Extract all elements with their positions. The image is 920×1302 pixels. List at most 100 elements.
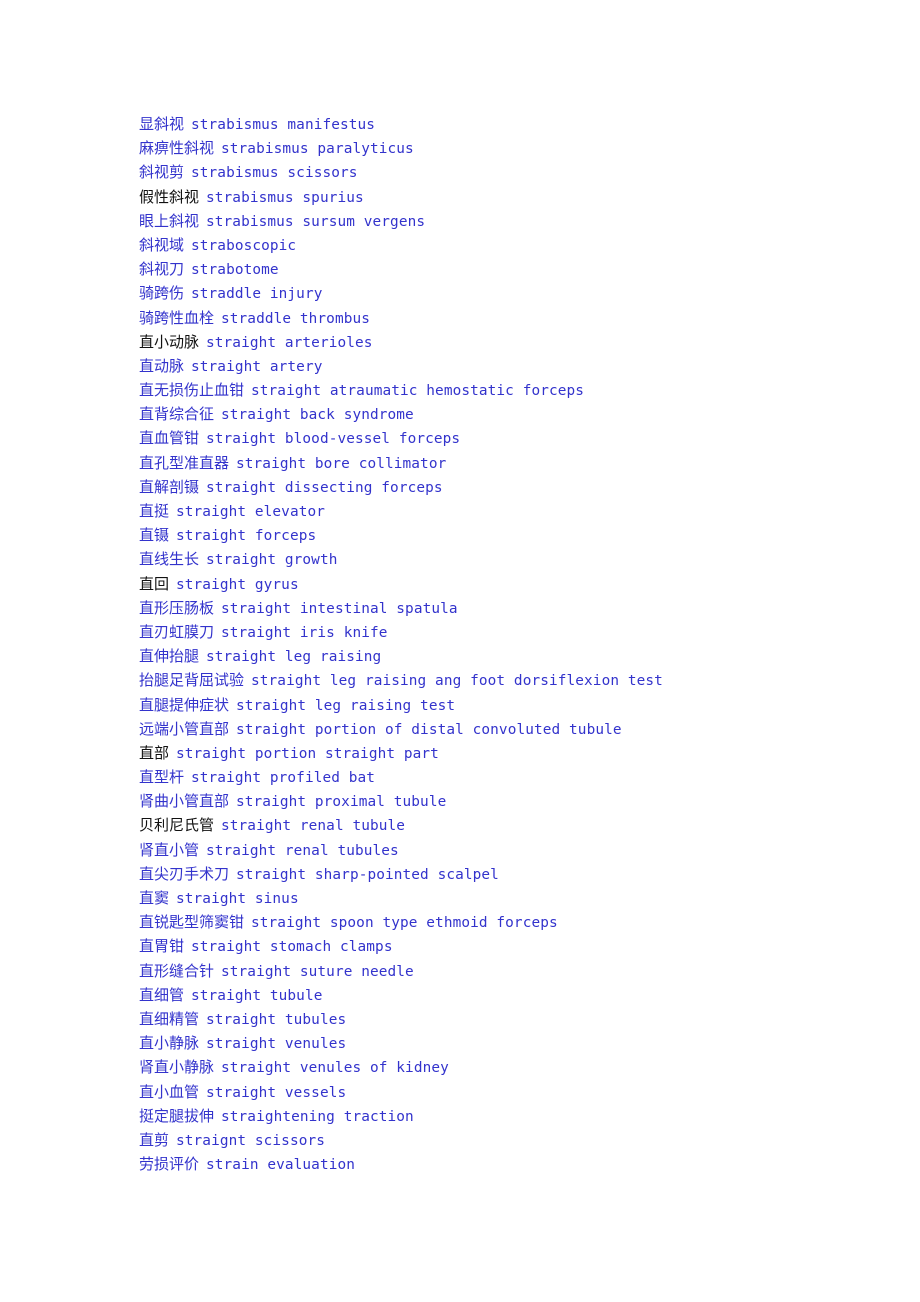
entry-term: 劳损评价 bbox=[139, 1155, 200, 1174]
entry-gloss: straight venules of kidney bbox=[221, 1060, 449, 1077]
glossary-entry: 直无损伤止血钳 straight atraumatic hemostatic fo… bbox=[139, 378, 879, 402]
glossary-entry: 远端小管直部 straight portion of distal convolu… bbox=[139, 717, 879, 741]
entry-term: 直形压肠板 bbox=[139, 598, 215, 617]
glossary-entry: 直刃虹膜刀 straight iris knife bbox=[139, 620, 879, 644]
entry-term: 直解剖镊 bbox=[139, 477, 200, 496]
entry-gloss: straight blood-vessel forceps bbox=[206, 431, 461, 448]
entry-gloss: straight suture needle bbox=[221, 963, 414, 980]
entry-term: 直伸抬腿 bbox=[139, 647, 200, 666]
glossary-entry: 直部 straight portion straight part bbox=[139, 741, 879, 765]
glossary-entry: 骑跨性血栓 straddle thrombus bbox=[139, 306, 879, 330]
entry-gloss: strabismus sursum vergens bbox=[206, 213, 426, 230]
entry-term: 假性斜视 bbox=[139, 187, 200, 206]
entry-term: 斜视域 bbox=[139, 235, 185, 254]
entry-gloss: straight forceps bbox=[176, 528, 317, 545]
glossary-entry: 抬腿足背屈试验 straight leg raising ang foot dor… bbox=[139, 668, 879, 692]
entry-gloss: straight sharp-pointed scalpel bbox=[236, 866, 499, 883]
entry-gloss: straignt scissors bbox=[176, 1132, 326, 1149]
entry-gloss: straight back syndrome bbox=[221, 407, 414, 424]
glossary-entry: 直窦 straight sinus bbox=[139, 886, 879, 910]
entry-gloss: straight renal tubule bbox=[221, 818, 406, 835]
glossary-entry: 直回 straight gyrus bbox=[139, 572, 879, 596]
entry-gloss: straight spoon type ethmoid forceps bbox=[251, 915, 558, 932]
entry-term: 直剪 bbox=[139, 1130, 170, 1149]
entry-term: 直细管 bbox=[139, 985, 185, 1004]
entry-gloss: strabismus scissors bbox=[191, 165, 358, 182]
entry-term: 直回 bbox=[139, 574, 170, 593]
entry-gloss: strabismus paralyticus bbox=[221, 141, 414, 158]
entry-gloss: straight venules bbox=[206, 1036, 347, 1053]
entry-term: 直挺 bbox=[139, 502, 170, 520]
entry-term: 直刃虹膜刀 bbox=[139, 622, 215, 641]
glossary-entry: 直线生长 straight growth bbox=[139, 547, 879, 571]
entry-term: 直背综合征 bbox=[139, 405, 215, 424]
entry-term: 远端小管直部 bbox=[139, 719, 230, 738]
entry-term: 直尖刃手术刀 bbox=[139, 864, 230, 883]
entry-term: 眼上斜视 bbox=[139, 211, 200, 230]
entry-gloss: straight leg raising ang foot dorsiflexi… bbox=[251, 673, 663, 690]
entry-gloss: straight portion straight part bbox=[176, 745, 439, 762]
entry-gloss: straight tubule bbox=[191, 987, 323, 1004]
document-page: 显斜视 strabismus manifestus 麻痹性斜视 strabismus … bbox=[0, 0, 920, 1302]
entry-term: 直线生长 bbox=[139, 550, 200, 569]
entry-term: 直小静脉 bbox=[139, 1034, 200, 1053]
entry-term: 直孔型准直器 bbox=[139, 453, 230, 472]
entry-gloss: strain evaluation bbox=[206, 1157, 356, 1174]
glossary-entry: 眼上斜视 strabismus sursum vergens bbox=[139, 209, 879, 233]
entry-term: 肾直小静脉 bbox=[139, 1058, 215, 1077]
glossary-entry: 直胃钳 straight stomach clamps bbox=[139, 934, 879, 958]
entry-term: 骑跨性血栓 bbox=[139, 308, 215, 327]
entry-term: 抬腿足背屈试验 bbox=[139, 671, 245, 690]
entry-gloss: straight stomach clamps bbox=[191, 939, 393, 956]
glossary-entry: 骑跨伤 straddle injury bbox=[139, 281, 879, 305]
entry-gloss: straight dissecting forceps bbox=[206, 479, 443, 496]
entry-term: 直细精管 bbox=[139, 1009, 200, 1028]
entry-gloss: straight proximal tubule bbox=[236, 794, 447, 811]
glossary-entry: 肾直小静脉 straight venules of kidney bbox=[139, 1055, 879, 1079]
entry-term: 直窦 bbox=[139, 889, 170, 907]
glossary-entry: 劳损评价 strain evaluation bbox=[139, 1152, 879, 1176]
glossary-entry: 直剪 straignt scissors bbox=[139, 1128, 879, 1152]
entry-term: 贝利尼氏管 bbox=[139, 816, 215, 835]
entry-term: 直形缝合针 bbox=[139, 961, 215, 980]
entry-term: 直无损伤止血钳 bbox=[139, 381, 245, 400]
entry-gloss: straight tubules bbox=[206, 1011, 347, 1028]
entry-gloss: straight gyrus bbox=[176, 576, 299, 593]
entry-gloss: straight renal tubules bbox=[206, 842, 399, 859]
glossary-entry: 直小动脉 straight arterioles bbox=[139, 330, 879, 354]
glossary-entry: 直动脉 straight artery bbox=[139, 354, 879, 378]
entry-term: 直动脉 bbox=[139, 356, 185, 375]
entry-gloss: straight arterioles bbox=[206, 334, 373, 351]
glossary-entry: 挺定腿拔伸 straightening traction bbox=[139, 1104, 879, 1128]
entry-gloss: straboscopic bbox=[191, 237, 297, 254]
entry-gloss: straight growth bbox=[206, 552, 338, 569]
glossary-entry: 肾直小管 straight renal tubules bbox=[139, 838, 879, 862]
entry-gloss: straight iris knife bbox=[221, 624, 388, 641]
glossary-entry: 直细管 straight tubule bbox=[139, 983, 879, 1007]
entry-gloss: straight elevator bbox=[176, 504, 326, 520]
glossary-entry: 直血管钳 straight blood-vessel forceps bbox=[139, 426, 879, 450]
glossary-entry: 直小静脉 straight venules bbox=[139, 1031, 879, 1055]
entry-term: 直型杆 bbox=[139, 768, 185, 787]
entry-term: 直小动脉 bbox=[139, 332, 200, 351]
entry-term: 斜视剪 bbox=[139, 163, 185, 182]
entry-gloss: strabismus spurius bbox=[206, 189, 364, 206]
entry-term: 直镊 bbox=[139, 526, 170, 545]
glossary-entry: 直挺 straight elevator bbox=[139, 499, 879, 523]
entry-term: 直腿提伸症状 bbox=[139, 695, 230, 714]
entry-term: 挺定腿拔伸 bbox=[139, 1106, 215, 1125]
entry-term: 直小血管 bbox=[139, 1082, 200, 1101]
entry-term: 直锐匙型筛窦钳 bbox=[139, 913, 245, 932]
entry-gloss: straight artery bbox=[191, 358, 323, 375]
glossary-entry: 直尖刃手术刀 straight sharp-pointed scalpel bbox=[139, 862, 879, 886]
glossary-entry: 直伸抬腿 straight leg raising bbox=[139, 644, 879, 668]
entry-gloss: straight intestinal spatula bbox=[221, 600, 458, 617]
entry-term: 斜视刀 bbox=[139, 260, 185, 279]
entry-term: 骑跨伤 bbox=[139, 284, 185, 303]
entry-term: 肾直小管 bbox=[139, 840, 200, 859]
glossary-entry: 直腿提伸症状 straight leg raising test bbox=[139, 693, 879, 717]
entry-gloss: straight bore collimator bbox=[236, 455, 447, 472]
glossary-entry: 肾曲小管直部 straight proximal tubule bbox=[139, 789, 879, 813]
glossary-entry: 直小血管 straight vessels bbox=[139, 1080, 879, 1104]
glossary-entry: 直孔型准直器 straight bore collimator bbox=[139, 451, 879, 475]
